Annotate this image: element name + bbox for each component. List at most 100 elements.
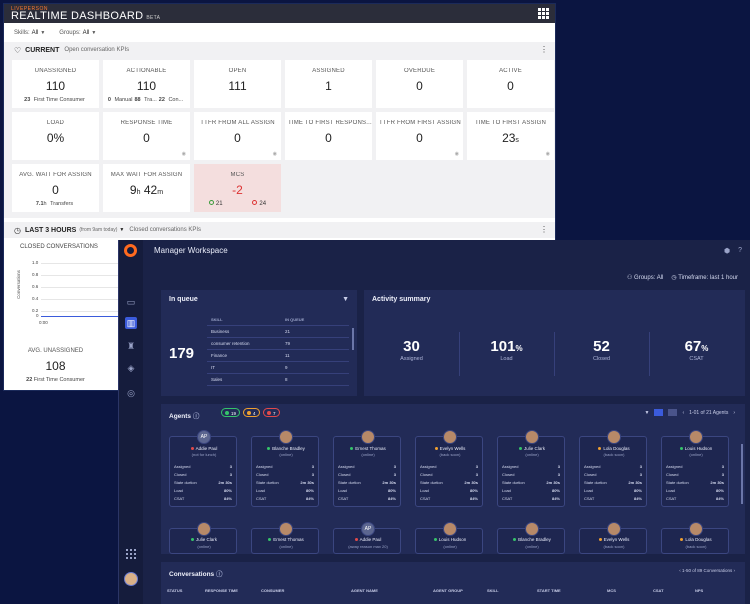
headset-icon[interactable]: ◎ — [125, 387, 137, 399]
kpi-assigned[interactable]: ASSIGNED 1 — [285, 60, 372, 108]
agent-stat-row: Load 80% — [256, 488, 314, 493]
kpi-active[interactable]: ACTIVE 0 — [467, 60, 554, 108]
agent-card[interactable]: Ernest Thomas (online) — [251, 522, 319, 554]
compass-icon[interactable]: ◈ — [125, 362, 137, 374]
kpi-ttfr-all-assign[interactable]: TTFR FROM ALL ASSIGN 0 ◉ — [194, 112, 281, 160]
kpi-avg-unassigned[interactable]: AVG. UNASSIGNED 108 22 First Time Consum… — [12, 340, 99, 390]
current-section-header[interactable]: ♡ CURRENT Open conversation KPIs ⋮ — [4, 42, 555, 58]
agent-card[interactable]: Julie Clark (online) Assigned 3 Closed 3 State… — [497, 430, 565, 507]
agent-card[interactable]: Lola Douglas (back soon) Assigned 3 Closed 3 S… — [579, 430, 647, 507]
timeframe-filter[interactable]: ◷ Timeframe: last 1 hour — [671, 274, 738, 281]
column-header[interactable]: AGENT NAME — [351, 588, 433, 593]
agent-stat-row: State durtion 2m 30s — [584, 480, 642, 485]
kpi-overdue[interactable]: OVERDUE 0 — [376, 60, 463, 108]
next-page-icon[interactable]: › — [732, 568, 736, 573]
eye-icon[interactable]: ◉ — [273, 151, 277, 157]
avatar — [197, 522, 211, 536]
column-header[interactable]: STATUS — [167, 588, 205, 593]
kpi-avg-wait-for-assign[interactable]: AVG. WAIT FOR ASSIGN 0 7.1h Transfers — [12, 164, 99, 212]
agent-stat-row: State durtion 2m 30s — [174, 480, 232, 485]
conversations-table-header: STATUS RESPONSE TIME CONSUMER AGENT NAME AGE… — [167, 588, 737, 593]
scrollbar[interactable] — [352, 328, 354, 350]
table-row[interactable]: Business 21 — [207, 326, 349, 338]
next-page-icon[interactable]: › — [733, 410, 735, 416]
list-view-button[interactable] — [668, 409, 678, 416]
kpi-unassigned[interactable]: UNASSIGNED 110 23 First Time Consumer — [12, 60, 99, 108]
agents-title: Agents ⓘ — [169, 413, 200, 420]
bar-chart-icon[interactable]: ▥ — [125, 317, 137, 329]
groups-filter[interactable]: ⚇ Groups: All — [627, 274, 663, 281]
apps-grid-icon[interactable] — [126, 549, 136, 559]
kpi-response-time[interactable]: RESPONSE TIME 0 ◉ — [103, 112, 190, 160]
frown-icon — [252, 200, 258, 205]
user-avatar[interactable] — [124, 572, 138, 586]
agent-status: (online) — [197, 544, 211, 549]
table-row[interactable]: consumer retention 79 — [207, 338, 349, 350]
status-dot — [518, 447, 522, 450]
column-header[interactable]: CONSUMER — [261, 588, 351, 593]
online-count-pill[interactable]: 19 — [221, 408, 241, 417]
agent-card[interactable]: Louis Hudson (online) Assigned 3 Closed 3 Stat… — [661, 430, 729, 507]
more-options-icon[interactable]: ⋮ — [540, 225, 548, 234]
table-row[interactable]: Finance 11 — [207, 350, 349, 362]
kpi-actionable[interactable]: ACTIONABLE 110 0 Manual 88 Tra... 22 Con..… — [103, 60, 190, 108]
chevron-down-icon[interactable]: ▼ — [119, 227, 124, 233]
eye-icon[interactable]: ◉ — [182, 151, 186, 157]
smile-icon — [208, 200, 214, 205]
agent-card[interactable]: Blanche Bradley (online) — [497, 522, 565, 554]
agent-stat-row: CSAT 84% — [666, 496, 724, 501]
agent-card[interactable]: Blanche Bradley (online) Assigned 3 Closed 3 S… — [251, 430, 319, 507]
away-count-pill[interactable]: 7 — [263, 408, 280, 417]
kpi-time-to-first-response[interactable]: TIME TO FIRST RESPONS... 0 — [285, 112, 372, 160]
prev-page-icon[interactable]: ‹ — [682, 410, 684, 416]
eye-icon[interactable]: ◉ — [455, 151, 459, 157]
agent-status: (not for lunch) — [191, 452, 217, 457]
in-queue-panel: In queue ▼ 179 SKILL IN QUEUE Business 21 … — [161, 290, 357, 396]
scrollbar[interactable] — [741, 444, 743, 504]
kpi-ttfr-first-assign[interactable]: TTFR FROM FIRST ASSIGN 0 ◉ — [376, 112, 463, 160]
kpi-max-wait-for-assign[interactable]: MAX WAIT FOR ASSIGN 9h 42m — [103, 164, 190, 212]
column-header[interactable]: NPS — [695, 588, 735, 593]
table-row[interactable]: Sales 8 — [207, 374, 349, 386]
help-icon[interactable]: ? — [738, 247, 742, 255]
column-header[interactable]: MCS — [607, 588, 653, 593]
agent-card[interactable]: Lola Douglas (back soon) — [661, 522, 729, 554]
agent-card[interactable]: Julie Clark (online) — [169, 522, 237, 554]
groups-filter[interactable]: Groups: All ▼ — [59, 30, 96, 36]
closed-conversations-chart: CLOSED CONVERSATIONS Conversations 1.0 0… — [12, 240, 122, 336]
eye-icon[interactable]: ◉ — [546, 151, 550, 157]
kpi-time-to-first-assign[interactable]: TIME TO FIRST ASSIGN 23s ◉ — [467, 112, 554, 160]
agent-card[interactable]: AP Addie Paul (not for lunch) Assigned 3 Clos… — [169, 430, 238, 507]
column-header[interactable]: START TIME — [537, 588, 607, 593]
app-grid-icon[interactable] — [538, 8, 549, 19]
agent-card[interactable]: AP Addie Paul (away reason max 20) — [333, 522, 401, 554]
last-3-hours-section-header[interactable]: ◷ LAST 3 HOURS (from 9am today) ▼ Closed… — [4, 222, 555, 238]
agent-name: Addie Paul — [170, 446, 238, 451]
agent-stat-row: Assigned 3 — [174, 464, 232, 469]
filter-bar: Skills: All ▼ Groups: All ▼ — [4, 23, 555, 42]
table-row[interactable]: IT 9 — [207, 362, 349, 374]
kpi-load[interactable]: LOAD 0% — [12, 112, 99, 160]
agent-status: (back soon) — [439, 452, 461, 457]
column-header[interactable]: SKILL — [487, 588, 537, 593]
agent-card[interactable]: Evelyn Wells (back soon) Assigned 3 Closed 3 S… — [415, 430, 483, 507]
settings-icon[interactable]: ⬢ — [724, 247, 730, 255]
kpi-open[interactable]: OPEN 111 — [194, 60, 281, 108]
kpi-mcs[interactable]: MCS -2 21 24 — [194, 164, 281, 212]
more-options-icon[interactable]: ⋮ — [540, 45, 548, 54]
grid-view-button[interactable] — [654, 409, 664, 416]
filter-icon[interactable]: ▼ — [342, 296, 349, 303]
back-soon-count-pill[interactable]: 4 — [243, 408, 260, 417]
column-header[interactable]: RESPONSE TIME — [205, 588, 261, 593]
chat-icon[interactable]: ▭ — [125, 296, 137, 308]
logo-icon — [124, 244, 137, 257]
agent-card[interactable]: Evelyn Wells (back soon) — [579, 522, 647, 554]
filter-icon[interactable]: ▼ — [645, 410, 650, 416]
trophy-icon[interactable]: ♜ — [125, 340, 137, 352]
agent-card[interactable]: Louis Hudson (online) — [415, 522, 483, 554]
column-header[interactable]: AGENT GROUP — [433, 588, 487, 593]
skills-filter[interactable]: Skills: All ▼ — [14, 30, 45, 36]
info-icon: ⓘ — [192, 413, 200, 420]
agent-card[interactable]: Ernest Thomas (online) Assigned 3 Closed 3 Sta… — [333, 430, 401, 507]
column-header[interactable]: CSAT — [653, 588, 695, 593]
